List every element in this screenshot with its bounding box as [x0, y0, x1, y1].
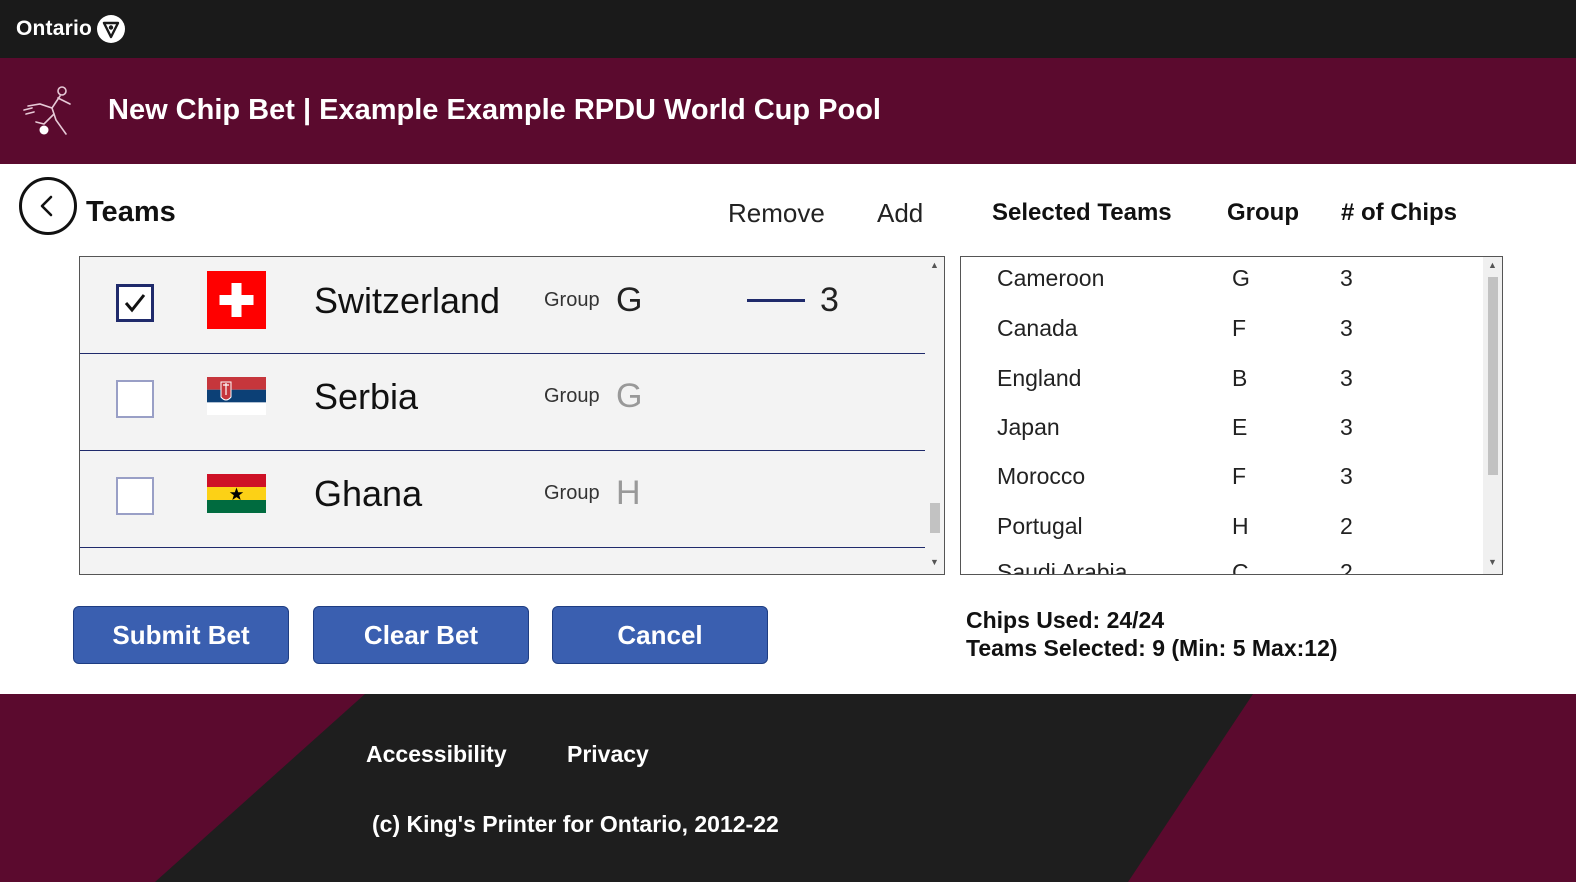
bet-stats: Chips Used: 24/24 Teams Selected: 9 (Min…: [966, 606, 1338, 662]
page-title: New Chip Bet | Example Example RPDU Worl…: [108, 94, 881, 126]
chevron-left-icon: [40, 195, 53, 217]
selected-team-chips: 2: [1340, 559, 1353, 575]
selected-team-chips: 3: [1340, 265, 1353, 291]
teams-selected-text: Teams Selected: 9 (Min: 5 Max:12): [966, 635, 1338, 661]
selected-team-chips: 3: [1340, 463, 1353, 489]
switzerland-flag-icon: [207, 271, 266, 329]
ontario-trillium-icon: [97, 15, 126, 43]
remove-column-label: Remove: [728, 198, 825, 228]
group-header: Group: [1227, 199, 1299, 226]
accessibility-link[interactable]: Accessibility: [366, 741, 507, 768]
list-item[interactable]: Japan E 3: [961, 414, 1481, 454]
app-header: New Chip Bet | Example Example RPDU Worl…: [0, 58, 1576, 164]
chip-count: 3: [820, 281, 839, 319]
team-name: Ghana: [314, 473, 423, 514]
footer: Accessibility Privacy (c) King's Printer…: [0, 694, 1576, 882]
selected-team-group: H: [1232, 513, 1249, 539]
checkmark-icon: [124, 294, 146, 313]
list-item[interactable]: Cameroon G 3: [961, 265, 1481, 305]
list-item[interactable]: England B 3: [961, 365, 1481, 405]
selected-team-chips: 3: [1340, 315, 1353, 341]
selected-team-name: England: [997, 365, 1082, 391]
selected-team-name: Saudi Arabia: [997, 559, 1128, 575]
list-item[interactable]: Portugal H 2: [961, 513, 1481, 553]
scroll-down-arrow-icon[interactable]: ▼: [1488, 557, 1497, 567]
selected-team-group: E: [1232, 414, 1248, 440]
selected-team-name: Japan: [997, 414, 1060, 440]
ontario-brand-text: Ontario: [16, 17, 93, 40]
scroll-up-arrow-icon[interactable]: ▲: [1488, 260, 1497, 270]
soccer-player-icon: [23, 86, 71, 135]
selected-team-name: Portugal: [997, 513, 1083, 539]
ontario-logo[interactable]: Ontario: [16, 14, 126, 44]
add-column-label: Add: [877, 198, 924, 228]
footer-dark-band: [155, 694, 1253, 882]
team-checkbox[interactable]: [116, 477, 154, 515]
teams-heading: Teams: [86, 196, 176, 228]
selected-team-name: Canada: [997, 315, 1078, 341]
team-name: Serbia: [314, 376, 419, 417]
team-row[interactable]: Switzerland Group G 3: [80, 257, 925, 354]
team-row[interactable]: Serbia Group G: [80, 354, 925, 451]
group-letter: G: [616, 377, 643, 415]
cancel-button[interactable]: Cancel: [552, 606, 768, 664]
submit-bet-button[interactable]: Submit Bet: [73, 606, 289, 664]
selected-teams-header: Selected Teams: [992, 199, 1172, 226]
group-letter: H: [616, 474, 641, 512]
chips-used-text: Chips Used: 24/24: [966, 607, 1165, 633]
selected-teams-list[interactable]: Cameroon G 3 Canada F 3 England B 3 Japa…: [960, 256, 1503, 575]
team-row[interactable]: Ghana Group H: [80, 451, 925, 548]
chip-slider[interactable]: [747, 299, 805, 302]
list-item[interactable]: Canada F 3: [961, 315, 1481, 355]
selected-team-chips: 3: [1340, 365, 1353, 391]
team-name: Switzerland: [314, 280, 501, 321]
clear-bet-button[interactable]: Clear Bet: [313, 606, 529, 664]
team-checkbox[interactable]: [116, 284, 154, 322]
privacy-link[interactable]: Privacy: [567, 741, 649, 768]
selected-team-group: F: [1232, 463, 1247, 489]
scroll-thumb[interactable]: [930, 503, 940, 533]
serbia-flag-icon: [207, 377, 266, 415]
group-label: Group: [544, 289, 600, 311]
list-item[interactable]: Morocco F 3: [961, 463, 1481, 503]
selected-team-chips: 2: [1340, 513, 1353, 539]
group-label: Group: [544, 385, 600, 407]
chips-header: # of Chips: [1341, 199, 1458, 226]
teams-scrollbar[interactable]: ▲ ▼: [925, 257, 944, 574]
selected-team-group: G: [1232, 265, 1250, 291]
teams-gallery[interactable]: Switzerland Group G 3 Serbia Group G Gha…: [79, 256, 945, 575]
scroll-up-arrow-icon[interactable]: ▲: [930, 260, 939, 270]
scroll-down-arrow-icon[interactable]: ▼: [930, 557, 939, 567]
scroll-thumb[interactable]: [1488, 277, 1498, 475]
selected-team-group: C: [1232, 559, 1249, 575]
list-item[interactable]: Saudi Arabia C 2: [961, 559, 1481, 575]
selected-team-group: F: [1232, 315, 1247, 341]
selected-team-group: B: [1232, 365, 1248, 391]
selected-teams-scrollbar[interactable]: ▲ ▼: [1483, 257, 1502, 574]
team-checkbox[interactable]: [116, 380, 154, 418]
ghana-flag-icon: [207, 474, 266, 513]
group-letter: G: [616, 281, 643, 319]
ontario-top-bar: Ontario: [0, 0, 1576, 58]
copyright-text: (c) King's Printer for Ontario, 2012-22: [372, 811, 779, 837]
group-label: Group: [544, 482, 600, 504]
back-button[interactable]: [19, 177, 77, 235]
selected-team-chips: 3: [1340, 414, 1353, 440]
selected-team-name: Morocco: [997, 463, 1086, 489]
selected-team-name: Cameroon: [997, 265, 1105, 291]
